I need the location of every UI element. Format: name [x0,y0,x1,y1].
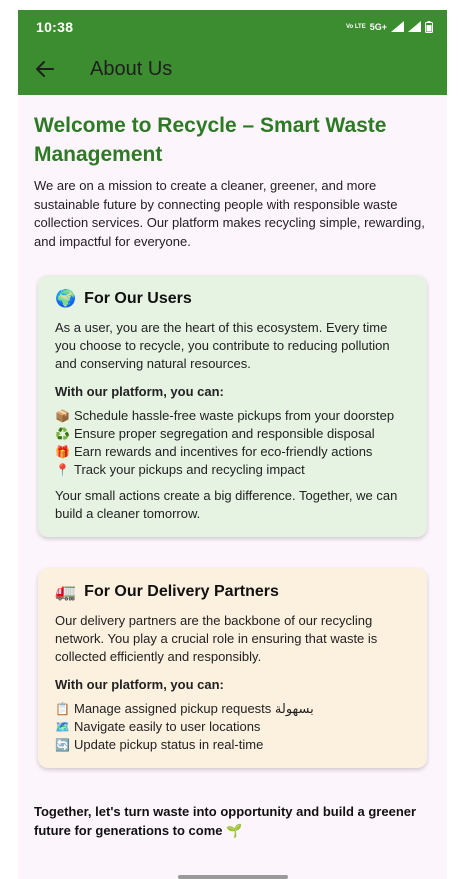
users-card-title: 🌍 For Our Users [55,289,410,309]
list-item-text: Schedule hassle-free waste pickups from … [74,408,395,423]
list-item-text: Update pickup status in real-time [74,737,264,752]
list-item: 🔄 Update pickup status in real-time [55,736,410,754]
partners-card: 🚛 For Our Delivery Partners Our delivery… [38,568,427,768]
users-can-label: With our platform, you can: [55,384,224,399]
users-card-closing: Your small actions create a big differen… [55,488,398,521]
users-feature-list: 📦 Schedule hassle-free waste pickups from… [55,407,410,479]
users-card-title-text: For Our Users [84,290,192,307]
about-content: Welcome to Recycle – Smart Waste Managem… [18,95,447,840]
gift-icon: 🎁 [55,445,70,459]
globe-icon: 🌍 [55,289,77,308]
users-card: 🌍 For Our Users As a user, you are the h… [38,275,427,537]
package-icon: 📦 [55,409,70,423]
signal-icon [391,21,404,32]
list-item-text: Earn rewards and incentives for eco-frie… [74,444,373,459]
list-item-text: Ensure proper segregation and responsibl… [74,426,375,441]
list-item-text: Manage assigned pickup requests بسهولة [74,701,314,716]
arrow-left-icon[interactable] [36,56,62,82]
list-item: 📍 Track your pickups and recycling impact [55,461,410,479]
list-item: 🗺️ Navigate easily to user locations [55,718,410,736]
page-title: About Us [90,57,173,80]
partners-card-description: Our delivery partners are the backbone o… [55,613,378,664]
list-item: 📦 Schedule hassle-free waste pickups from… [55,407,410,425]
status-icons: Vo LTE 5G+ [345,20,433,33]
partners-card-title-text: For Our Delivery Partners [84,583,279,600]
truck-icon: 🚛 [55,582,77,601]
refresh-icon: 🔄 [55,738,70,752]
map-icon: 🗺️ [55,720,70,734]
network-type-label: 5G+ [369,21,387,32]
list-item: 🎁 Earn rewards and incentives for eco-fri… [55,443,410,461]
status-bar: 10:38 Vo LTE 5G+ [18,10,447,43]
partners-can-label: With our platform, you can: [55,677,224,692]
users-card-description: As a user, you are the heart of this eco… [55,320,390,371]
recycle-icon: ♻️ [55,427,70,441]
status-time: 10:38 [36,18,74,35]
app-bar: About Us [18,43,447,95]
battery-icon [425,20,433,33]
list-item-text: Track your pickups and recycling impact [74,462,305,477]
partners-feature-list: 📋 Manage assigned pickup requests بسهولة … [55,700,410,754]
list-item: 📋 Manage assigned pickup requests بسهولة [55,700,410,718]
volte-indicator: Vo LTE [345,23,366,30]
signal-icon-2 [408,21,421,32]
app-screen: 10:38 Vo LTE 5G+ About Us Welcome to Rec… [18,10,447,879]
pin-icon: 📍 [55,463,70,477]
list-item-text: Navigate easily to user locations [74,719,261,734]
outro-text: Together, let's turn waste into opportun… [34,804,417,838]
home-indicator[interactable] [177,875,288,879]
partners-card-title: 🚛 For Our Delivery Partners [55,582,410,602]
intro-text: We are on a mission to create a cleaner,… [34,178,425,249]
welcome-title: Welcome to Recycle – Smart Waste Managem… [34,114,387,166]
clipboard-icon: 📋 [55,702,70,716]
list-item: ♻️ Ensure proper segregation and responsi… [55,425,410,443]
